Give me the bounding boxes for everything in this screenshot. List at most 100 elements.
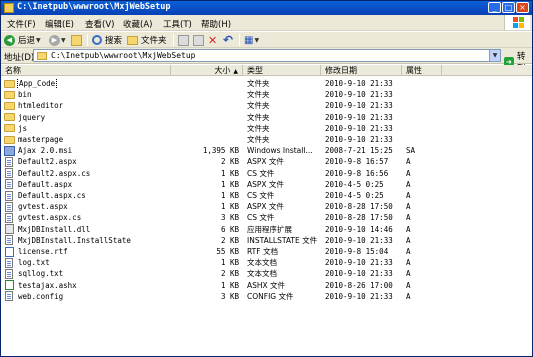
- folder-icon: [4, 124, 15, 133]
- file-icon: [5, 190, 13, 201]
- undo-icon: ↶: [223, 33, 234, 47]
- file-icon: [5, 156, 13, 167]
- file-attributes: A: [406, 258, 411, 268]
- file-size: 6 KB: [220, 224, 239, 234]
- file-attributes: [406, 112, 436, 123]
- file-attributes: [406, 134, 436, 145]
- file-type: 文件夹: [247, 112, 270, 122]
- minimize-button[interactable]: _: [488, 2, 501, 13]
- file-modified: 2008-7-21 15:25: [325, 146, 393, 156]
- file-type: 文件夹: [247, 135, 270, 144]
- folder-row[interactable]: App_Code 文件夹 2010-9-10 21:33: [1, 78, 532, 89]
- file-size: 2 KB: [220, 157, 239, 167]
- address-input[interactable]: C:\Inetpub\wwwroot\MxjWebSetup ▼: [33, 49, 501, 62]
- folder-icon: [4, 101, 15, 110]
- address-dropdown-button[interactable]: ▼: [489, 50, 500, 61]
- file-name: MxjDBInstall.dll: [18, 224, 91, 234]
- maximize-button[interactable]: □: [502, 2, 515, 13]
- file-attributes: [406, 123, 436, 134]
- file-name: htmleditor: [18, 101, 64, 111]
- file-row[interactable]: license.rtf 55 KB RTF 文档 2010-9-8 15:04 A: [1, 246, 532, 257]
- file-name-cell: testajax.ashx: [4, 280, 174, 291]
- folders-button[interactable]: 文件夹: [127, 33, 167, 47]
- toolbar-separator: [173, 34, 174, 46]
- column-modified[interactable]: 修改日期: [321, 65, 402, 76]
- file-attributes: A: [406, 235, 411, 245]
- file-name-cell: jquery: [4, 112, 174, 123]
- file-row[interactable]: Default2.aspx.cs 1 KB CS 文件 2010-9-8 16:56 A: [1, 168, 532, 179]
- file-row[interactable]: Ajax 2.0.msi 1,395 KB Windows Install... 20…: [1, 145, 532, 156]
- file-attributes: A: [406, 191, 411, 200]
- file-list: App_Code 文件夹 2010-9-10 21:33 bin 文件夹 2010-9-1…: [1, 77, 532, 356]
- file-row[interactable]: web.config 3 KB CONFIG 文件 2010-9-10 21:33 A: [1, 291, 532, 302]
- move-to-icon: [178, 34, 189, 46]
- file-modified: 2010-9-10 21:33: [325, 101, 393, 111]
- file-size: 1 KB: [220, 280, 239, 290]
- search-label: 搜索: [105, 36, 123, 46]
- file-modified: 2010-9-8 16:56: [325, 168, 389, 178]
- file-attributes: A: [406, 202, 411, 212]
- file-name-cell: Default.aspx: [4, 179, 174, 190]
- file-modified: 2010-9-8 16:57: [325, 157, 389, 167]
- file-name: masterpage: [18, 135, 64, 144]
- file-name: bin: [18, 90, 32, 100]
- column-type[interactable]: 类型: [243, 65, 321, 76]
- file-row[interactable]: Default.aspx.cs 1 KB CS 文件 2010-4-5 0:25 A: [1, 190, 532, 201]
- file-type: CS 文件: [247, 168, 275, 178]
- folder-row[interactable]: bin 文件夹 2010-9-10 21:33: [1, 89, 532, 100]
- back-label: 后退: [18, 36, 36, 46]
- file-row[interactable]: Default.aspx 1 KB ASPX 文件 2010-4-5 0:25 A: [1, 179, 532, 190]
- chevron-down-icon: ▼: [254, 36, 260, 44]
- menu-help[interactable]: 帮助(H): [201, 18, 231, 30]
- menu-tools[interactable]: 工具(T): [163, 18, 192, 30]
- file-name-cell: App_Code: [4, 78, 174, 89]
- file-type: ASPX 文件: [247, 179, 284, 189]
- menu-view[interactable]: 查看(V): [85, 18, 114, 30]
- file-row[interactable]: MxjDBInstall.dll 6 KB 应用程序扩展 2010-9-10 14:4…: [1, 224, 532, 235]
- file-modified: 2010-9-10 21:33: [325, 258, 393, 268]
- folder-row[interactable]: masterpage 文件夹 2010-9-10 21:33: [1, 134, 532, 145]
- folder-row[interactable]: js 文件夹 2010-9-10 21:33: [1, 123, 532, 134]
- address-bar: 地址(D) C:\Inetpub\wwwroot\MxjWebSetup ▼ ➜…: [1, 48, 532, 74]
- undo-button[interactable]: ↶: [223, 33, 233, 47]
- file-name-cell: log.txt: [4, 257, 174, 268]
- file-icon: [5, 201, 13, 212]
- close-button[interactable]: ×: [516, 2, 529, 13]
- file-name-cell: js: [4, 123, 174, 134]
- delete-button[interactable]: ✕: [208, 33, 217, 47]
- move-to-button[interactable]: [178, 33, 189, 47]
- file-type: ASHX 文件: [247, 280, 286, 290]
- column-attributes[interactable]: 属性: [402, 65, 442, 76]
- copy-to-button[interactable]: [193, 33, 204, 47]
- search-button[interactable]: 搜索: [92, 33, 122, 47]
- file-attributes: [406, 100, 436, 111]
- file-row[interactable]: gvtest.aspx.cs 3 KB CS 文件 2010-8-28 17:50 A: [1, 212, 532, 223]
- sort-ascending-icon: ▲: [233, 68, 238, 75]
- file-type: RTF 文档: [247, 247, 278, 256]
- file-attributes: [406, 89, 436, 100]
- file-row[interactable]: testajax.ashx 1 KB ASHX 文件 2010-8-26 17:00 A: [1, 280, 532, 291]
- file-row[interactable]: Default2.aspx 2 KB ASPX 文件 2010-9-8 16:57 A: [1, 156, 532, 167]
- column-size-label: 大小: [214, 66, 231, 75]
- file-row[interactable]: log.txt 1 KB 文本文档 2010-9-10 21:33 A: [1, 257, 532, 268]
- menu-file[interactable]: 文件(F): [7, 18, 36, 30]
- file-row[interactable]: gvtest.aspx 1 KB ASPX 文件 2010-8-28 17:50 A: [1, 201, 532, 212]
- column-size[interactable]: 大小 ▲: [171, 65, 243, 76]
- folder-icon: [4, 135, 15, 144]
- menu-edit[interactable]: 编辑(E): [45, 18, 74, 30]
- up-folder-icon: [71, 34, 82, 46]
- file-row[interactable]: MxjDBInstall.InstallState 2 KB INSTALLSTAT…: [1, 235, 532, 246]
- file-size: 1 KB: [220, 258, 239, 268]
- back-button[interactable]: ◀ 后退 ▼: [4, 33, 41, 47]
- file-row[interactable]: sqllog.txt 2 KB 文本文档 2010-9-10 21:33 A: [1, 268, 532, 279]
- folder-row[interactable]: jquery 文件夹 2010-9-10 21:33: [1, 112, 532, 123]
- menu-favorites[interactable]: 收藏(A): [123, 18, 152, 30]
- title-bar[interactable]: C:\Inetpub\wwwroot\MxjWebSetup _ □ ×: [1, 1, 532, 15]
- folder-row[interactable]: htmleditor 文件夹 2010-9-10 21:33: [1, 100, 532, 111]
- file-attributes: A: [406, 269, 411, 279]
- up-folder-button[interactable]: [71, 33, 82, 47]
- column-name[interactable]: 名称: [1, 65, 171, 76]
- forward-button[interactable]: ▶ ▼: [49, 33, 66, 47]
- file-attributes: A: [406, 213, 411, 223]
- views-button[interactable]: ▦ ▼: [244, 33, 259, 47]
